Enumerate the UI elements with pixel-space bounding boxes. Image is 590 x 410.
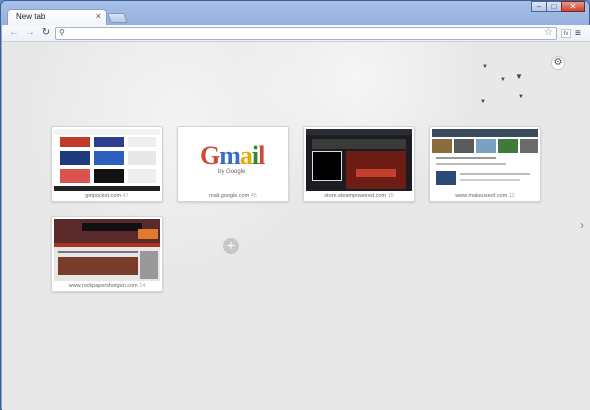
tile-gmail[interactable]: Gmail by Google mail.google.com 45 (177, 126, 289, 202)
back-button[interactable]: ← (8, 27, 20, 39)
tile-thumbnail: Gmail by Google (180, 129, 286, 191)
tile-label: getpocket.com 47 (85, 193, 129, 199)
minimize-button[interactable]: – (531, 1, 547, 12)
bookmark-star-icon[interactable]: ☆ (544, 27, 553, 38)
reload-button[interactable]: ↻ (40, 27, 52, 39)
extension-icon[interactable]: tv (561, 29, 571, 38)
gmail-logo: Gmail by Google (180, 129, 286, 191)
new-tab-page: ⚙ ▼ ▼ ▼ ▼ ▼ getpocket.com 47 Gmail by Go… (2, 42, 590, 410)
tab-title: New tab (16, 12, 46, 21)
window-close-button[interactable]: ✕ (561, 1, 585, 12)
tab-new-tab[interactable]: New tab × (7, 9, 107, 26)
toolbar: ← → ↻ ⚲ ☆ tv ≡ (2, 25, 590, 42)
tile-thumbnail (54, 219, 160, 281)
tile-rockpapershotgun[interactable]: www.rockpapershotgun.com 14 (51, 216, 163, 292)
tile-label: store.steampowered.com 15 (324, 193, 394, 199)
add-tile-button[interactable]: + (223, 238, 239, 254)
omnibox[interactable]: ⚲ ☆ (55, 27, 557, 40)
tile-steam[interactable]: store.steampowered.com 15 (303, 126, 415, 202)
tile-label: mail.google.com 45 (209, 193, 257, 199)
menu-icon[interactable]: ≡ (575, 28, 581, 39)
close-icon[interactable]: × (96, 11, 101, 21)
bird-icon: ▼ (480, 99, 486, 105)
bird-icon: ▼ (515, 72, 523, 81)
tile-getpocket[interactable]: getpocket.com 47 (51, 126, 163, 202)
maximize-button[interactable]: □ (546, 1, 562, 12)
bird-icon: ▼ (500, 77, 506, 83)
forward-button[interactable]: → (24, 27, 36, 39)
address-input[interactable] (70, 28, 540, 39)
new-tab-button[interactable] (107, 13, 128, 23)
browser-window: New tab × – □ ✕ ← → ↻ ⚲ ☆ tv ≡ ⚙ ▼ ▼ ▼ ▼… (0, 0, 590, 410)
bird-icon: ▼ (518, 94, 524, 100)
chevron-right-icon[interactable]: › (580, 218, 584, 232)
tile-label: www.makeuseof.com 12 (455, 193, 515, 199)
tile-thumbnail (54, 129, 160, 191)
tile-thumbnail (432, 129, 538, 191)
bird-icon: ▼ (482, 64, 488, 70)
tile-label: www.rockpapershotgun.com 14 (68, 283, 146, 289)
window-controls: – □ ✕ (531, 1, 585, 12)
gear-icon[interactable]: ⚙ (551, 56, 565, 70)
tile-thumbnail (306, 129, 412, 191)
tab-strip: New tab × – □ ✕ (1, 1, 589, 26)
tile-makeuseof[interactable]: www.makeuseof.com 12 (429, 126, 541, 202)
search-icon: ⚲ (59, 28, 65, 37)
